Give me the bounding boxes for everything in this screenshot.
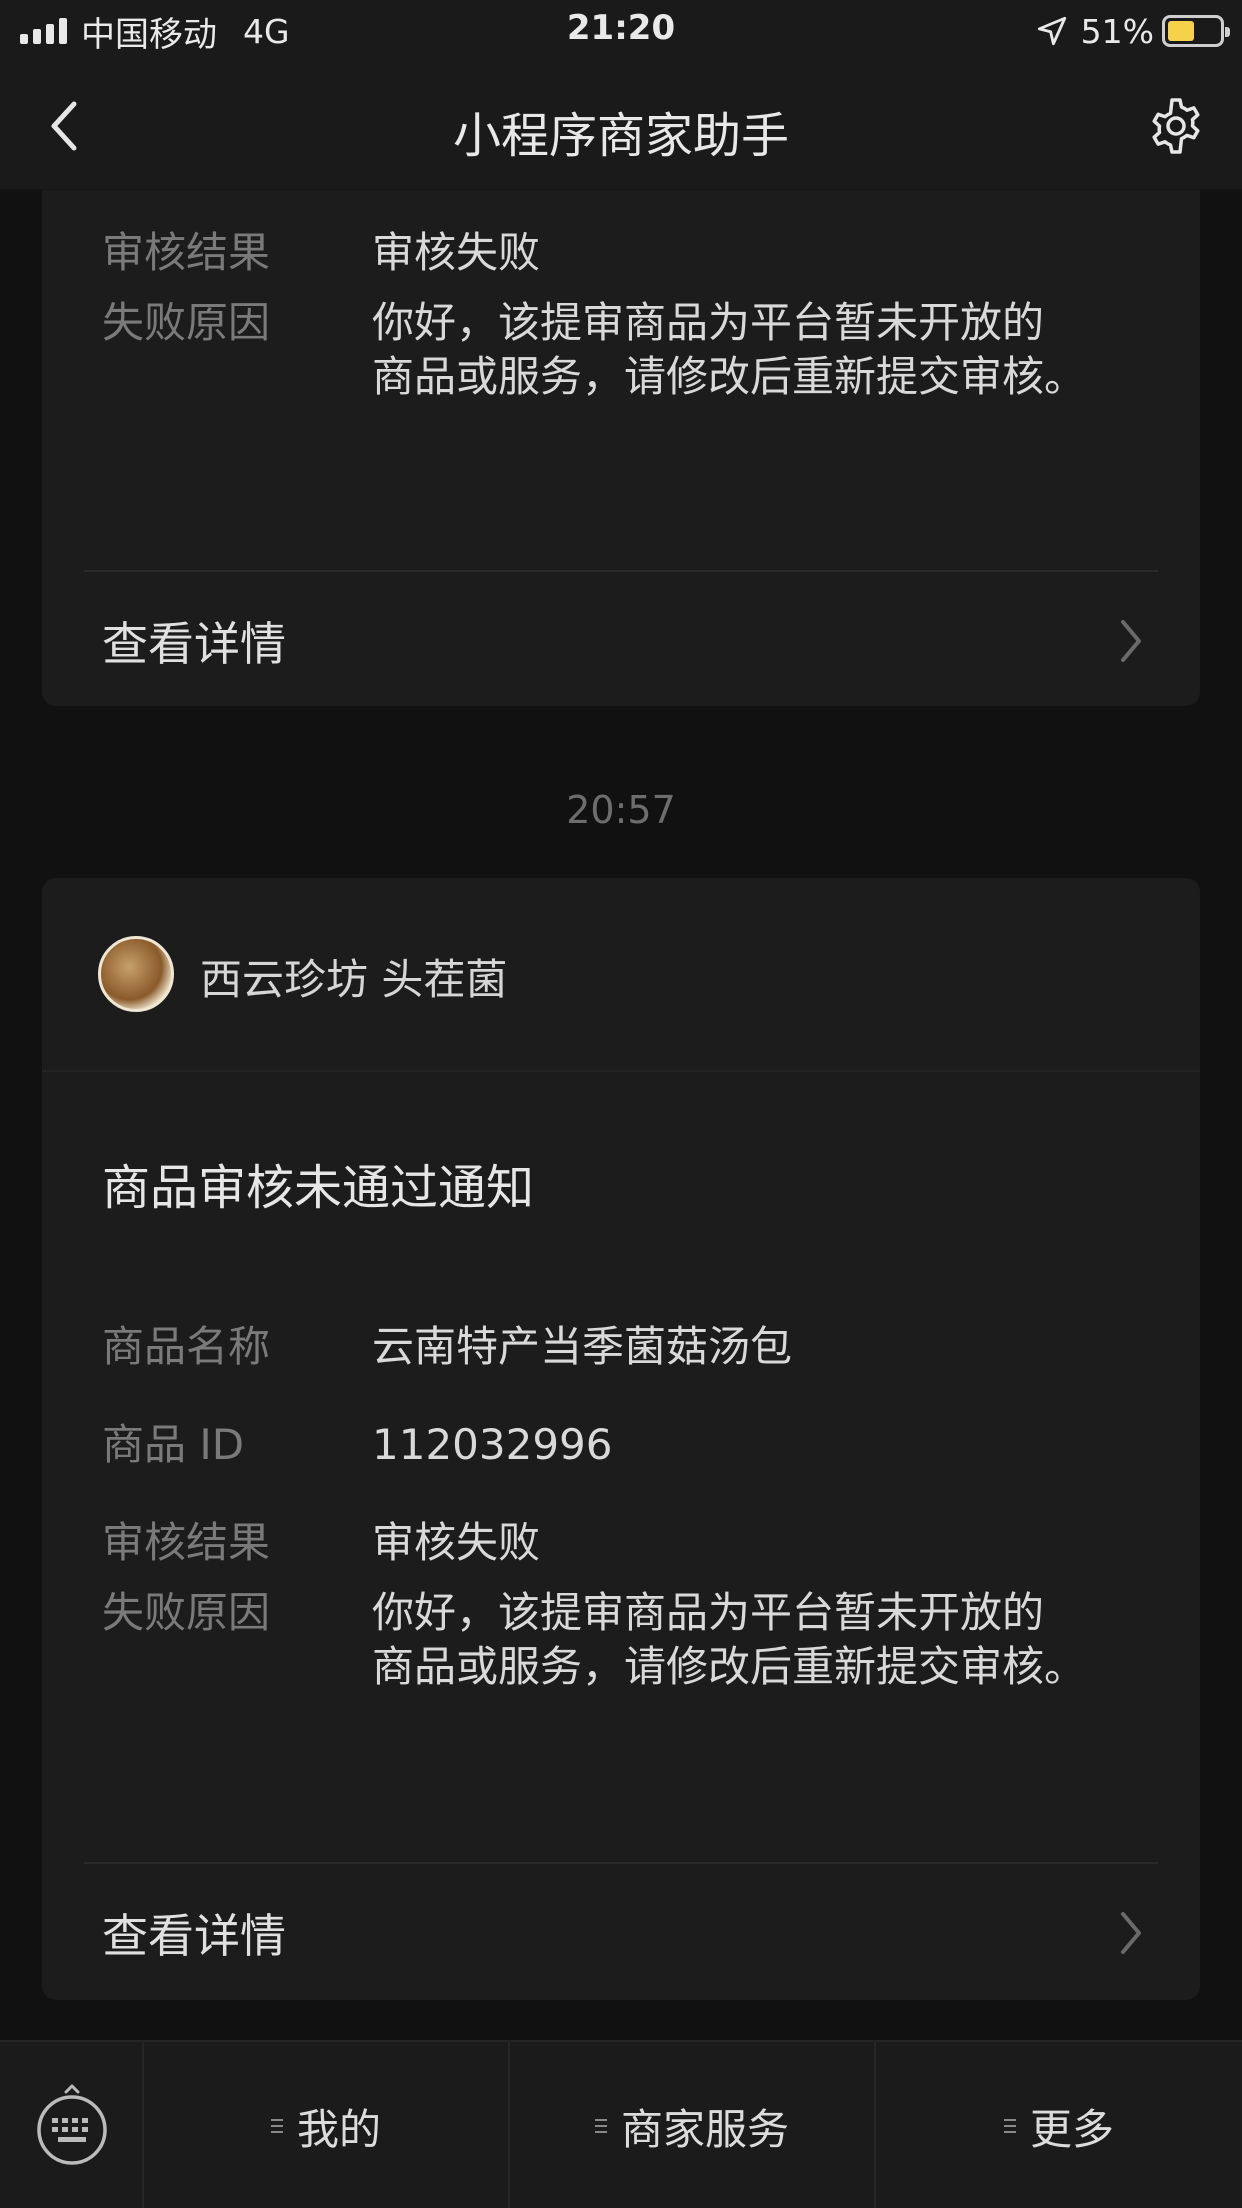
- field-label: 失败原因: [102, 298, 271, 347]
- field-value: 112032996: [372, 1420, 613, 1469]
- view-details-link[interactable]: 查看详情: [42, 1864, 1200, 2000]
- keyboard-icon: [37, 2084, 107, 2165]
- gear-icon[interactable]: [1144, 94, 1208, 158]
- sender-name: 西云珍坊 头茬菌: [200, 955, 508, 1004]
- battery-icon: [1162, 15, 1230, 47]
- field-value: 云南特产当季菌菇汤包: [372, 1322, 793, 1371]
- menu-lines-icon: [1003, 2119, 1016, 2133]
- bottom-toolbar: 我的 商家服务 更多: [0, 2040, 1242, 2208]
- notice-title: 商品审核未通过通知: [102, 1160, 535, 1216]
- menu-lines-icon: [594, 2119, 607, 2133]
- view-details-link[interactable]: 查看详情: [42, 572, 1200, 708]
- keyboard-toggle-button[interactable]: [0, 2042, 144, 2208]
- field-value: 审核失败: [372, 228, 541, 277]
- field-row: 失败原因 你好，该提审商品为平台暂未开放的 商品或服务，请修改后重新提交审核。: [102, 296, 1140, 404]
- toolbar-item-more[interactable]: 更多: [876, 2042, 1242, 2208]
- message-card: 西云珍坊 头茬菌 商品审核未通过通知 商品名称 云南特产当季菌菇汤包 商品 ID…: [42, 878, 1200, 2000]
- field-row: 商品名称 云南特产当季菌菇汤包: [102, 1320, 1140, 1374]
- field-label: 审核结果: [102, 228, 271, 277]
- chevron-right-icon: [1121, 620, 1141, 662]
- avatar: [98, 936, 174, 1012]
- nav-bar: 小程序商家助手: [0, 62, 1242, 190]
- battery-percent: 51%: [1080, 11, 1154, 51]
- menu-lines-icon: [270, 2119, 283, 2133]
- toolbar-item-label: 更多: [1029, 2104, 1114, 2154]
- field-row: 审核结果 审核失败: [102, 1516, 1140, 1570]
- view-details-label: 查看详情: [102, 1909, 286, 1963]
- toolbar-item-mine[interactable]: 我的: [144, 2042, 510, 2208]
- field-value: 审核失败: [372, 1518, 541, 1567]
- field-row: 失败原因 你好，该提审商品为平台暂未开放的 商品或服务，请修改后重新提交审核。: [102, 1586, 1140, 1694]
- field-value: 你好，该提审商品为平台暂未开放的 商品或服务，请修改后重新提交审核。: [372, 1588, 1087, 1691]
- field-label: 失败原因: [102, 1588, 271, 1637]
- sender-header[interactable]: 西云珍坊 头茬菌: [42, 878, 1200, 1072]
- page-title: 小程序商家助手: [452, 108, 789, 164]
- status-right: 51%: [1035, 10, 1230, 52]
- battery-fill: [1168, 21, 1194, 41]
- message-card-previous: 审核结果 审核失败 失败原因 你好，该提审商品为平台暂未开放的 商品或服务，请修…: [42, 190, 1200, 706]
- field-label: 审核结果: [102, 1518, 271, 1567]
- field-row: 商品 ID 112032996: [102, 1418, 1140, 1472]
- toolbar-item-merchant-services[interactable]: 商家服务: [510, 2042, 876, 2208]
- field-label: 商品 ID: [102, 1420, 245, 1469]
- field-value: 你好，该提审商品为平台暂未开放的 商品或服务，请修改后重新提交审核。: [372, 298, 1087, 401]
- field-row: 审核结果 审核失败: [102, 226, 1140, 280]
- location-arrow-icon: [1037, 16, 1066, 46]
- view-details-label: 查看详情: [102, 617, 286, 671]
- battery-tip: [1225, 27, 1230, 37]
- toolbar-item-label: 我的: [296, 2104, 381, 2154]
- message-timestamp: 20:57: [566, 788, 676, 832]
- status-bar: 中国移动 4G 21:20 51%: [0, 0, 1242, 62]
- field-label: 商品名称: [102, 1322, 271, 1371]
- screen: 中国移动 4G 21:20 51% 小程序商家助手 审核结果 审核失败 失败原因…: [0, 0, 1242, 2208]
- chevron-right-icon: [1121, 1912, 1141, 1954]
- toolbar-item-label: 商家服务: [620, 2104, 789, 2154]
